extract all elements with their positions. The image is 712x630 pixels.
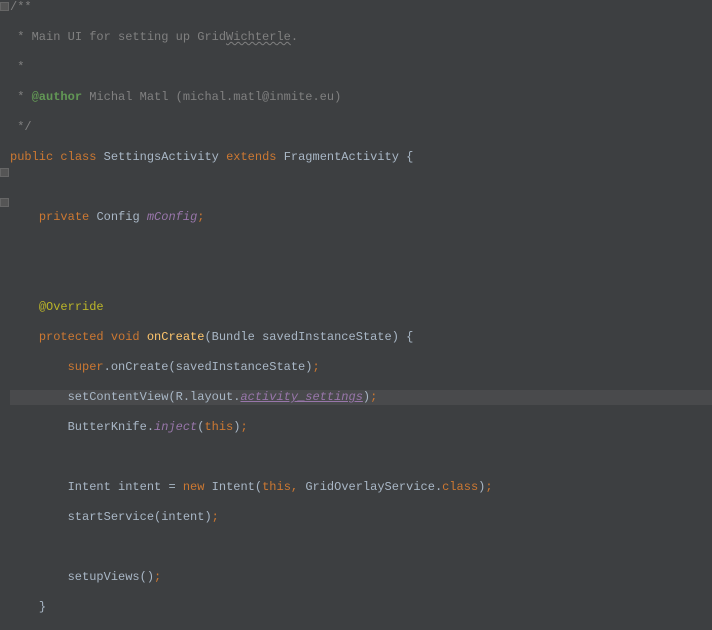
ctor-name: Intent xyxy=(212,480,255,494)
semicolon: ; xyxy=(212,510,219,524)
semicolon: ; xyxy=(154,570,161,584)
type-name: Config xyxy=(96,210,139,224)
param-name: savedInstanceState xyxy=(176,360,306,374)
class-ref: ButterKnife xyxy=(68,420,147,434)
class-ref: GridOverlayService xyxy=(305,480,435,494)
class-ref: R xyxy=(176,390,183,404)
override-annotation: @Override xyxy=(39,300,104,314)
code-line[interactable] xyxy=(10,540,712,555)
code-line[interactable] xyxy=(10,450,712,465)
kw-super: super xyxy=(68,360,104,374)
kw-this: this xyxy=(262,480,291,494)
equals: = xyxy=(161,480,183,494)
code-line[interactable]: ButterKnife.inject(this); xyxy=(10,420,712,435)
javadoc-author: Michal Matl (michal.matl@inmite.eu) xyxy=(82,90,341,104)
type-name: Intent xyxy=(68,480,111,494)
javadoc-typo: Wichterle xyxy=(226,30,291,44)
dot: . xyxy=(183,390,190,404)
code-line[interactable]: * xyxy=(10,60,712,75)
brace-open: { xyxy=(399,150,413,164)
paren-close: ) xyxy=(204,510,211,524)
method-ref: setContentView xyxy=(68,390,169,404)
semicolon: ; xyxy=(370,390,377,404)
code-line[interactable]: * Main UI for setting up GridWichterle. xyxy=(10,30,712,45)
paren-close: ) xyxy=(147,570,154,584)
semicolon: ; xyxy=(312,360,319,374)
param-type: Bundle xyxy=(212,330,255,344)
paren-open: ( xyxy=(255,480,262,494)
brace-close: } xyxy=(39,600,46,614)
dot: . xyxy=(147,420,154,434)
kw-private: private xyxy=(39,210,89,224)
semicolon: ; xyxy=(485,480,492,494)
class-name: SettingsActivity xyxy=(104,150,219,164)
javadoc-close: */ xyxy=(10,120,32,134)
code-line[interactable]: * @author Michal Matl (michal.matl@inmit… xyxy=(10,90,712,105)
kw-this: this xyxy=(204,420,233,434)
resource-ref: activity_settings xyxy=(240,390,362,404)
javadoc-text: Main UI for setting up Grid xyxy=(32,30,226,44)
comma: , xyxy=(291,480,305,494)
field-name: mConfig xyxy=(147,210,197,224)
code-line[interactable]: Intent intent = new Intent(this, GridOve… xyxy=(10,480,712,495)
gutter-marker-icon[interactable] xyxy=(0,2,9,11)
code-line[interactable] xyxy=(10,180,712,195)
code-line[interactable]: protected void onCreate(Bundle savedInst… xyxy=(10,330,712,345)
kw-void: void xyxy=(111,330,140,344)
static-method-ref: inject xyxy=(154,420,197,434)
code-line-highlighted[interactable]: setContentView(R.layout.activity_setting… xyxy=(10,390,712,405)
code-line[interactable]: } xyxy=(10,600,712,615)
javadoc-prefix: * xyxy=(10,90,32,104)
method-ref: setupViews xyxy=(68,570,140,584)
dot: . xyxy=(104,360,111,374)
paren-open: ( xyxy=(140,570,147,584)
paren-open: ( xyxy=(168,390,175,404)
superclass-name: FragmentActivity xyxy=(284,150,399,164)
code-line[interactable]: */ xyxy=(10,120,712,135)
var-ref: intent xyxy=(161,510,204,524)
javadoc-open: /** xyxy=(10,0,32,14)
kw-extends: extends xyxy=(226,150,276,164)
method-ref: startService xyxy=(68,510,154,524)
code-line[interactable]: private Config mConfig; xyxy=(10,210,712,225)
kw-class-literal: class xyxy=(442,480,478,494)
code-line[interactable] xyxy=(10,270,712,285)
javadoc-text: * xyxy=(10,30,32,44)
paren-open: ( xyxy=(204,330,211,344)
paren-close: ) xyxy=(363,390,370,404)
kw-public: public xyxy=(10,150,53,164)
semicolon: ; xyxy=(197,210,204,224)
kw-protected: protected xyxy=(39,330,104,344)
code-line[interactable]: startService(intent); xyxy=(10,510,712,525)
semicolon: ; xyxy=(240,420,247,434)
kw-class: class xyxy=(60,150,96,164)
code-line[interactable]: public class SettingsActivity extends Fr… xyxy=(10,150,712,165)
code-line[interactable]: super.onCreate(savedInstanceState); xyxy=(10,360,712,375)
paren-open: ( xyxy=(168,360,175,374)
code-line[interactable]: setupViews(); xyxy=(10,570,712,585)
javadoc-text: . xyxy=(291,30,298,44)
code-line[interactable]: /** xyxy=(10,0,712,15)
method-name: onCreate xyxy=(147,330,205,344)
javadoc-blank: * xyxy=(10,60,24,74)
code-editor[interactable]: /** * Main UI for setting up GridWichter… xyxy=(10,0,712,630)
code-line[interactable]: @Override xyxy=(10,300,712,315)
param-name: savedInstanceState xyxy=(262,330,392,344)
class-ref: layout xyxy=(190,390,233,404)
code-line[interactable] xyxy=(10,240,712,255)
method-ref: onCreate xyxy=(111,360,169,374)
gutter-marker-icon[interactable] xyxy=(0,198,9,207)
brace-open: { xyxy=(399,330,413,344)
paren-close: ) xyxy=(392,330,399,344)
gutter-marker-icon[interactable] xyxy=(0,168,9,177)
javadoc-author-tag: @author xyxy=(32,90,82,104)
editor-gutter xyxy=(0,0,10,591)
var-name: intent xyxy=(118,480,161,494)
kw-new: new xyxy=(183,480,205,494)
